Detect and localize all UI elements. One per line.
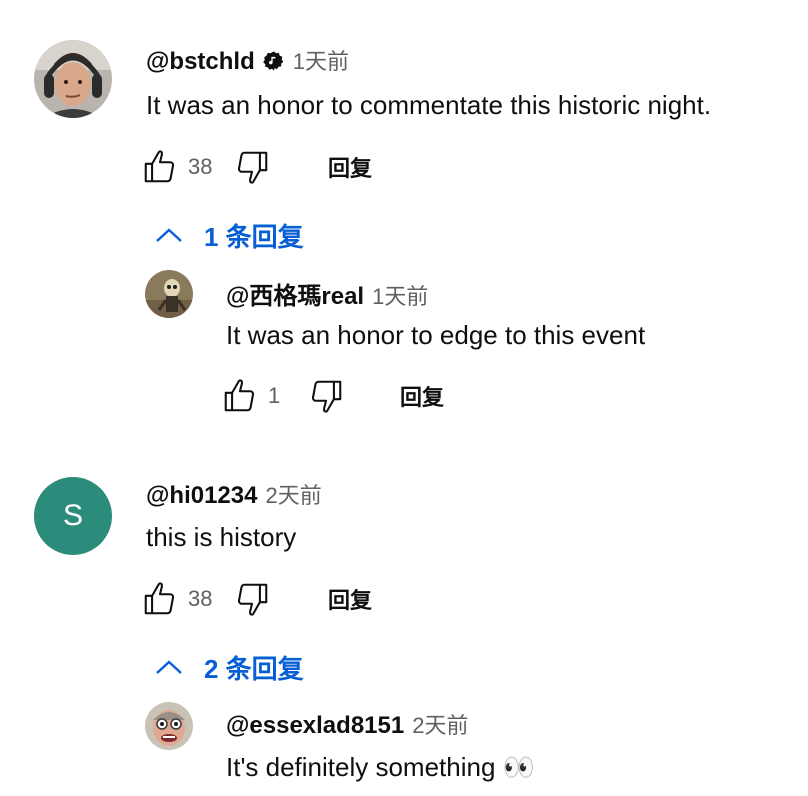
like-count: 38	[188, 154, 213, 179]
reply-text: It was an honor to edge to this event	[226, 320, 646, 350]
chevron-up-icon	[156, 228, 182, 242]
reply-button[interactable]: 回复	[328, 151, 372, 183]
avatar-hi01234[interactable]: S	[34, 477, 112, 555]
avatar-letter: S	[62, 499, 83, 532]
like-count: 38	[188, 586, 213, 611]
chevron-up-icon	[156, 660, 182, 674]
thumbs-down-icon	[237, 151, 268, 184]
avatar-bstchld[interactable]	[34, 40, 112, 118]
avatar-reply[interactable]	[145, 702, 193, 750]
comment-actions: 38 回复	[140, 579, 372, 619]
thumbs-up-icon	[144, 582, 175, 615]
like-button[interactable]	[140, 579, 180, 619]
dislike-button[interactable]	[232, 579, 272, 619]
comment-author[interactable]: @bstchld	[146, 48, 255, 76]
replies-toggle[interactable]: 1 条回复	[154, 215, 304, 255]
replies-toggle-label: 1 条回复	[204, 221, 304, 252]
reply-time[interactable]: 1天前	[372, 279, 428, 311]
like-button[interactable]	[220, 376, 260, 416]
thumbs-down-icon	[237, 583, 268, 616]
comment-time[interactable]: 2天前	[265, 478, 321, 510]
comment-header: @bstchld 1天前	[146, 44, 349, 76]
like-count: 1	[268, 383, 281, 408]
reply-author[interactable]: @西格瑪real	[226, 276, 364, 311]
comment-text: this is history	[146, 522, 297, 552]
reply-time[interactable]: 2天前	[412, 708, 468, 740]
reply-author[interactable]: @essexlad8151	[226, 712, 404, 740]
replies-toggle-label: 2 条回复	[204, 653, 304, 684]
like-button[interactable]	[140, 147, 180, 187]
dislike-button[interactable]	[232, 147, 272, 187]
comment-time[interactable]: 1天前	[293, 44, 349, 76]
thumbs-down-icon	[311, 380, 342, 413]
comment-text: It was an honor to commentate this histo…	[146, 90, 712, 120]
reply-actions: 1 回复	[220, 376, 444, 416]
reply-button[interactable]: 回复	[328, 583, 372, 615]
reply-text: It's definitely something 👀	[226, 752, 536, 782]
dislike-button[interactable]	[306, 376, 346, 416]
comment-author[interactable]: @hi01234	[146, 482, 257, 510]
reply-header: @西格瑪real 1天前	[226, 276, 428, 311]
comment-actions: 38 回复	[140, 147, 372, 187]
reply-header: @essexlad8151 2天前	[226, 708, 468, 740]
comment-header: @hi01234 2天前	[146, 478, 322, 510]
thumbs-up-icon	[144, 150, 175, 183]
avatar-reply[interactable]	[145, 270, 193, 318]
thumbs-up-icon	[224, 379, 255, 412]
reply-button[interactable]: 回复	[400, 380, 444, 412]
replies-toggle[interactable]: 2 条回复	[154, 647, 304, 687]
verified-badge-icon	[262, 50, 285, 77]
